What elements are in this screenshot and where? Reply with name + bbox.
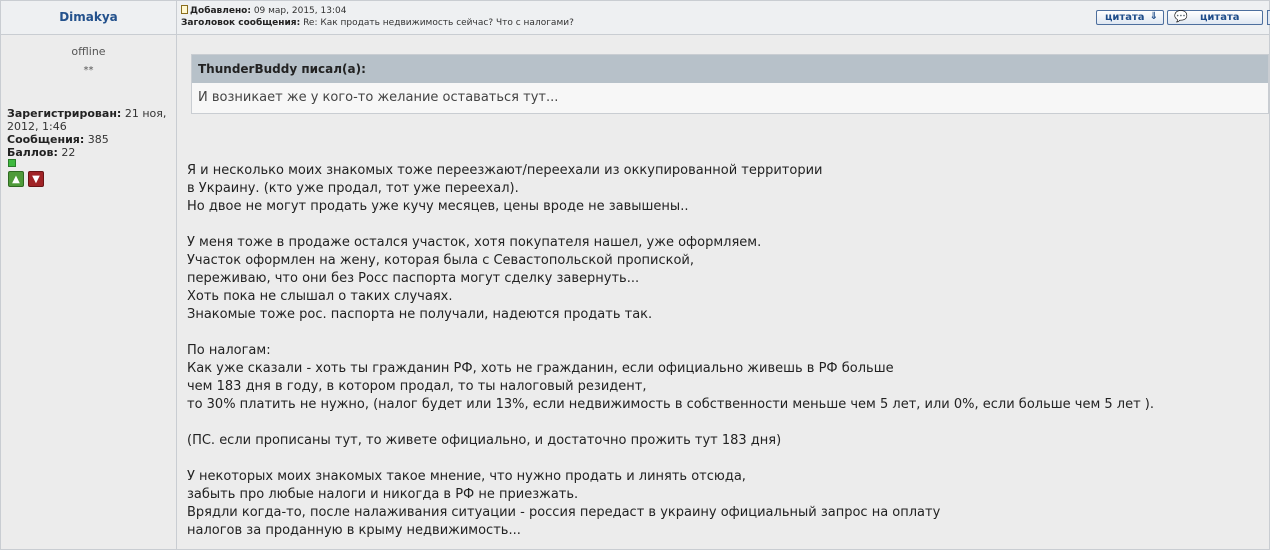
quote-text: И возникает же у кого-то желание остават… xyxy=(198,90,559,105)
post-body-line xyxy=(187,414,1267,432)
post-body-line: то 30% платить не нужно, (налог будет ил… xyxy=(187,397,1155,412)
reputation-indicator xyxy=(8,159,16,167)
post-body-line: в Украину. (кто уже продал, тот уже пере… xyxy=(187,181,519,196)
registered-label: Зарегистрирован: xyxy=(7,107,122,120)
posts-value: 385 xyxy=(84,133,109,146)
post-body-line: переживаю, что они без Росс паспорта мог… xyxy=(187,271,640,286)
quote-button[interactable]: 💬 цитата xyxy=(1167,10,1263,25)
quote-button-label: цитата xyxy=(1200,12,1240,23)
post-body-line: У меня тоже в продаже остался участок, х… xyxy=(187,235,762,250)
thumbs-up-icon[interactable]: ▲ xyxy=(8,171,24,187)
added-value: 09 мар, 2015, 13:04 xyxy=(250,6,347,16)
post-body-line: Как уже сказали - хоть ты гражданин РФ, … xyxy=(187,361,894,376)
author-sidebar: offline ** Зарегистрирован: 21 ноя, 2012… xyxy=(1,35,177,549)
posts-label: Сообщения: xyxy=(7,133,85,146)
rank-stars: ** xyxy=(83,65,94,76)
post-body-line: чем 183 дня в году, в котором продал, то… xyxy=(187,379,647,394)
post-subject-row: Заголовок сообщения: Re: Как продать нед… xyxy=(181,17,574,29)
points-label: Баллов: xyxy=(7,146,58,159)
post-body-line: забыть про любые налоги и никогда в РФ н… xyxy=(187,487,579,502)
post-body-line: По налогам: xyxy=(187,343,271,358)
post-body-line: Знакомые тоже рос. паспорта не получали,… xyxy=(187,307,653,322)
post-date-row: Добавлено: 09 мар, 2015, 13:04 xyxy=(181,5,574,17)
post-body-line: Хоть пока не слышал о таких случаях. xyxy=(187,289,453,304)
post-body-line: Но двое не могут продать уже кучу месяце… xyxy=(187,199,689,214)
post-body-line xyxy=(187,324,1267,342)
post-body-line: Участок оформлен на жену, которая была с… xyxy=(187,253,695,268)
post-body: Я и несколько моих знакомых тоже переезж… xyxy=(187,162,1267,540)
quote-button-label: цитата xyxy=(1105,12,1145,23)
post-body-line: У некоторых моих знакомых такое мнение, … xyxy=(187,469,746,484)
post-body-line: Врядли когда-то, после налаживания ситуа… xyxy=(187,505,941,520)
added-label: Добавлено: xyxy=(190,6,251,16)
post-body-line: (ПС. если прописаны тут, то живете офици… xyxy=(187,433,782,448)
subject-label: Заголовок сообщения: xyxy=(181,18,301,28)
points-value: 22 xyxy=(57,146,76,159)
online-status: offline xyxy=(71,45,106,58)
subject-value: Re: Как продать недвижимость сейчас? Что… xyxy=(300,18,574,28)
chevron-down-icon: ⇓ xyxy=(1149,11,1158,22)
author-stats: Зарегистрирован: 21 ноя, 2012, 1:46 Сооб… xyxy=(7,107,172,159)
quote-selected-button[interactable]: цитата ⇓ xyxy=(1096,10,1164,25)
post-body-line: налогов за проданную в крыму недвижимост… xyxy=(187,523,521,538)
author-header: Dimakya xyxy=(1,1,177,35)
quote-author: ThunderBuddy писал(а): xyxy=(192,55,1268,83)
post-meta: Добавлено: 09 мар, 2015, 13:04 Заголовок… xyxy=(181,5,574,29)
post-body-line: Я и несколько моих знакомых тоже переезж… xyxy=(187,163,823,178)
speech-bubble-icon: 💬 xyxy=(1174,10,1188,23)
quote-block: ThunderBuddy писал(а): И возникает же у … xyxy=(191,54,1269,114)
author-name-link[interactable]: Dimakya xyxy=(1,10,176,24)
post-body-line xyxy=(187,450,1267,468)
forum-post: Dimakya Добавлено: 09 мар, 2015, 13:04 З… xyxy=(0,0,1270,550)
thumbs-down-icon[interactable]: ▼ xyxy=(28,171,44,187)
post-document-icon xyxy=(181,5,188,14)
post-body-line xyxy=(187,216,1267,234)
